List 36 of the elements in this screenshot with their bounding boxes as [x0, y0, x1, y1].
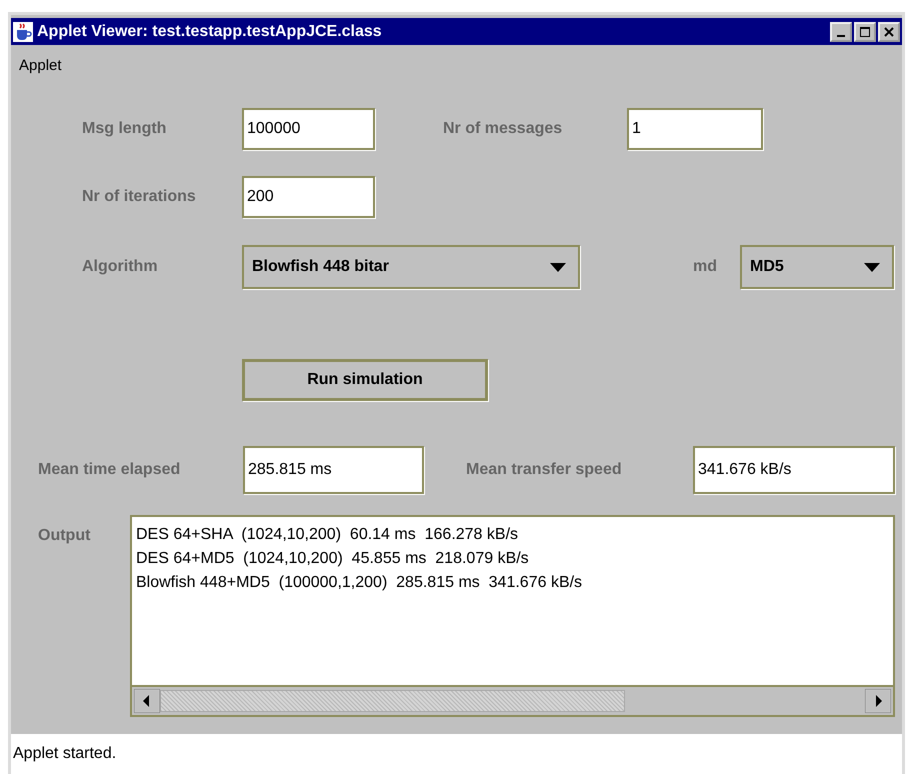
close-button[interactable] — [878, 22, 900, 42]
right-arrow-icon — [865, 689, 891, 713]
dropdown[interactable]: MD5 — [740, 245, 894, 289]
minimize-icon — [837, 34, 845, 36]
field-label: Algorithm — [82, 258, 159, 276]
status-text: Applet started. — [13, 745, 116, 763]
horizontal-scrollbar[interactable] — [132, 685, 893, 715]
minimize-button[interactable] — [830, 22, 852, 42]
input-field[interactable]: 100000 — [242, 108, 375, 150]
field-label: Nr of iterations — [82, 188, 197, 206]
caret-icon — [864, 262, 880, 272]
maximize-button[interactable] — [854, 22, 876, 42]
output-label: Output — [38, 527, 92, 545]
left-arrow-icon — [134, 689, 160, 713]
menu-item[interactable]: Applet — [19, 56, 62, 74]
field-label: Mean time elapsed — [38, 461, 182, 479]
result-field: 285.815 ms — [243, 446, 424, 494]
close-icon — [883, 26, 895, 38]
scrollbar-thumb[interactable] — [160, 690, 626, 712]
field-label: Nr of messages — [443, 120, 564, 138]
field-label: Msg length — [82, 120, 168, 138]
coffee-cup-icon — [13, 22, 33, 42]
input-field[interactable]: 1 — [627, 108, 763, 150]
run-button[interactable]: Run simulation — [242, 359, 488, 401]
output-line: Blowfish 448+MD5 (100000,1,200) 285.815 ms 341.676 kB/s — [136, 573, 584, 593]
caret-icon — [550, 262, 566, 272]
output-line: DES 64+MD5 (1024,10,200) 45.855 ms 218.079 kB/s — [136, 549, 530, 569]
dropdown[interactable]: Blowfish 448 bitar — [242, 245, 580, 289]
input-field[interactable]: 200 — [242, 176, 375, 218]
field-label: md — [693, 258, 718, 276]
output-text-area[interactable]: DES 64+SHA (1024,10,200) 60.14 ms 166.278 kB/s DES 64+MD5 (1024,10,200) 45.855 ms 218.079 kB/s Blowfish 448+MD5 (100000,1,200) 285.815 ms 341.676 kB/s — [130, 515, 895, 717]
result-field: 341.676 kB/s — [693, 446, 895, 494]
output-line: DES 64+SHA (1024,10,200) 60.14 ms 166.278 kB/s — [136, 525, 520, 545]
window-title: Applet Viewer: test.testapp.testAppJCE.class — [37, 22, 383, 40]
maximize-icon — [859, 26, 871, 38]
field-label: Mean transfer speed — [466, 461, 623, 479]
